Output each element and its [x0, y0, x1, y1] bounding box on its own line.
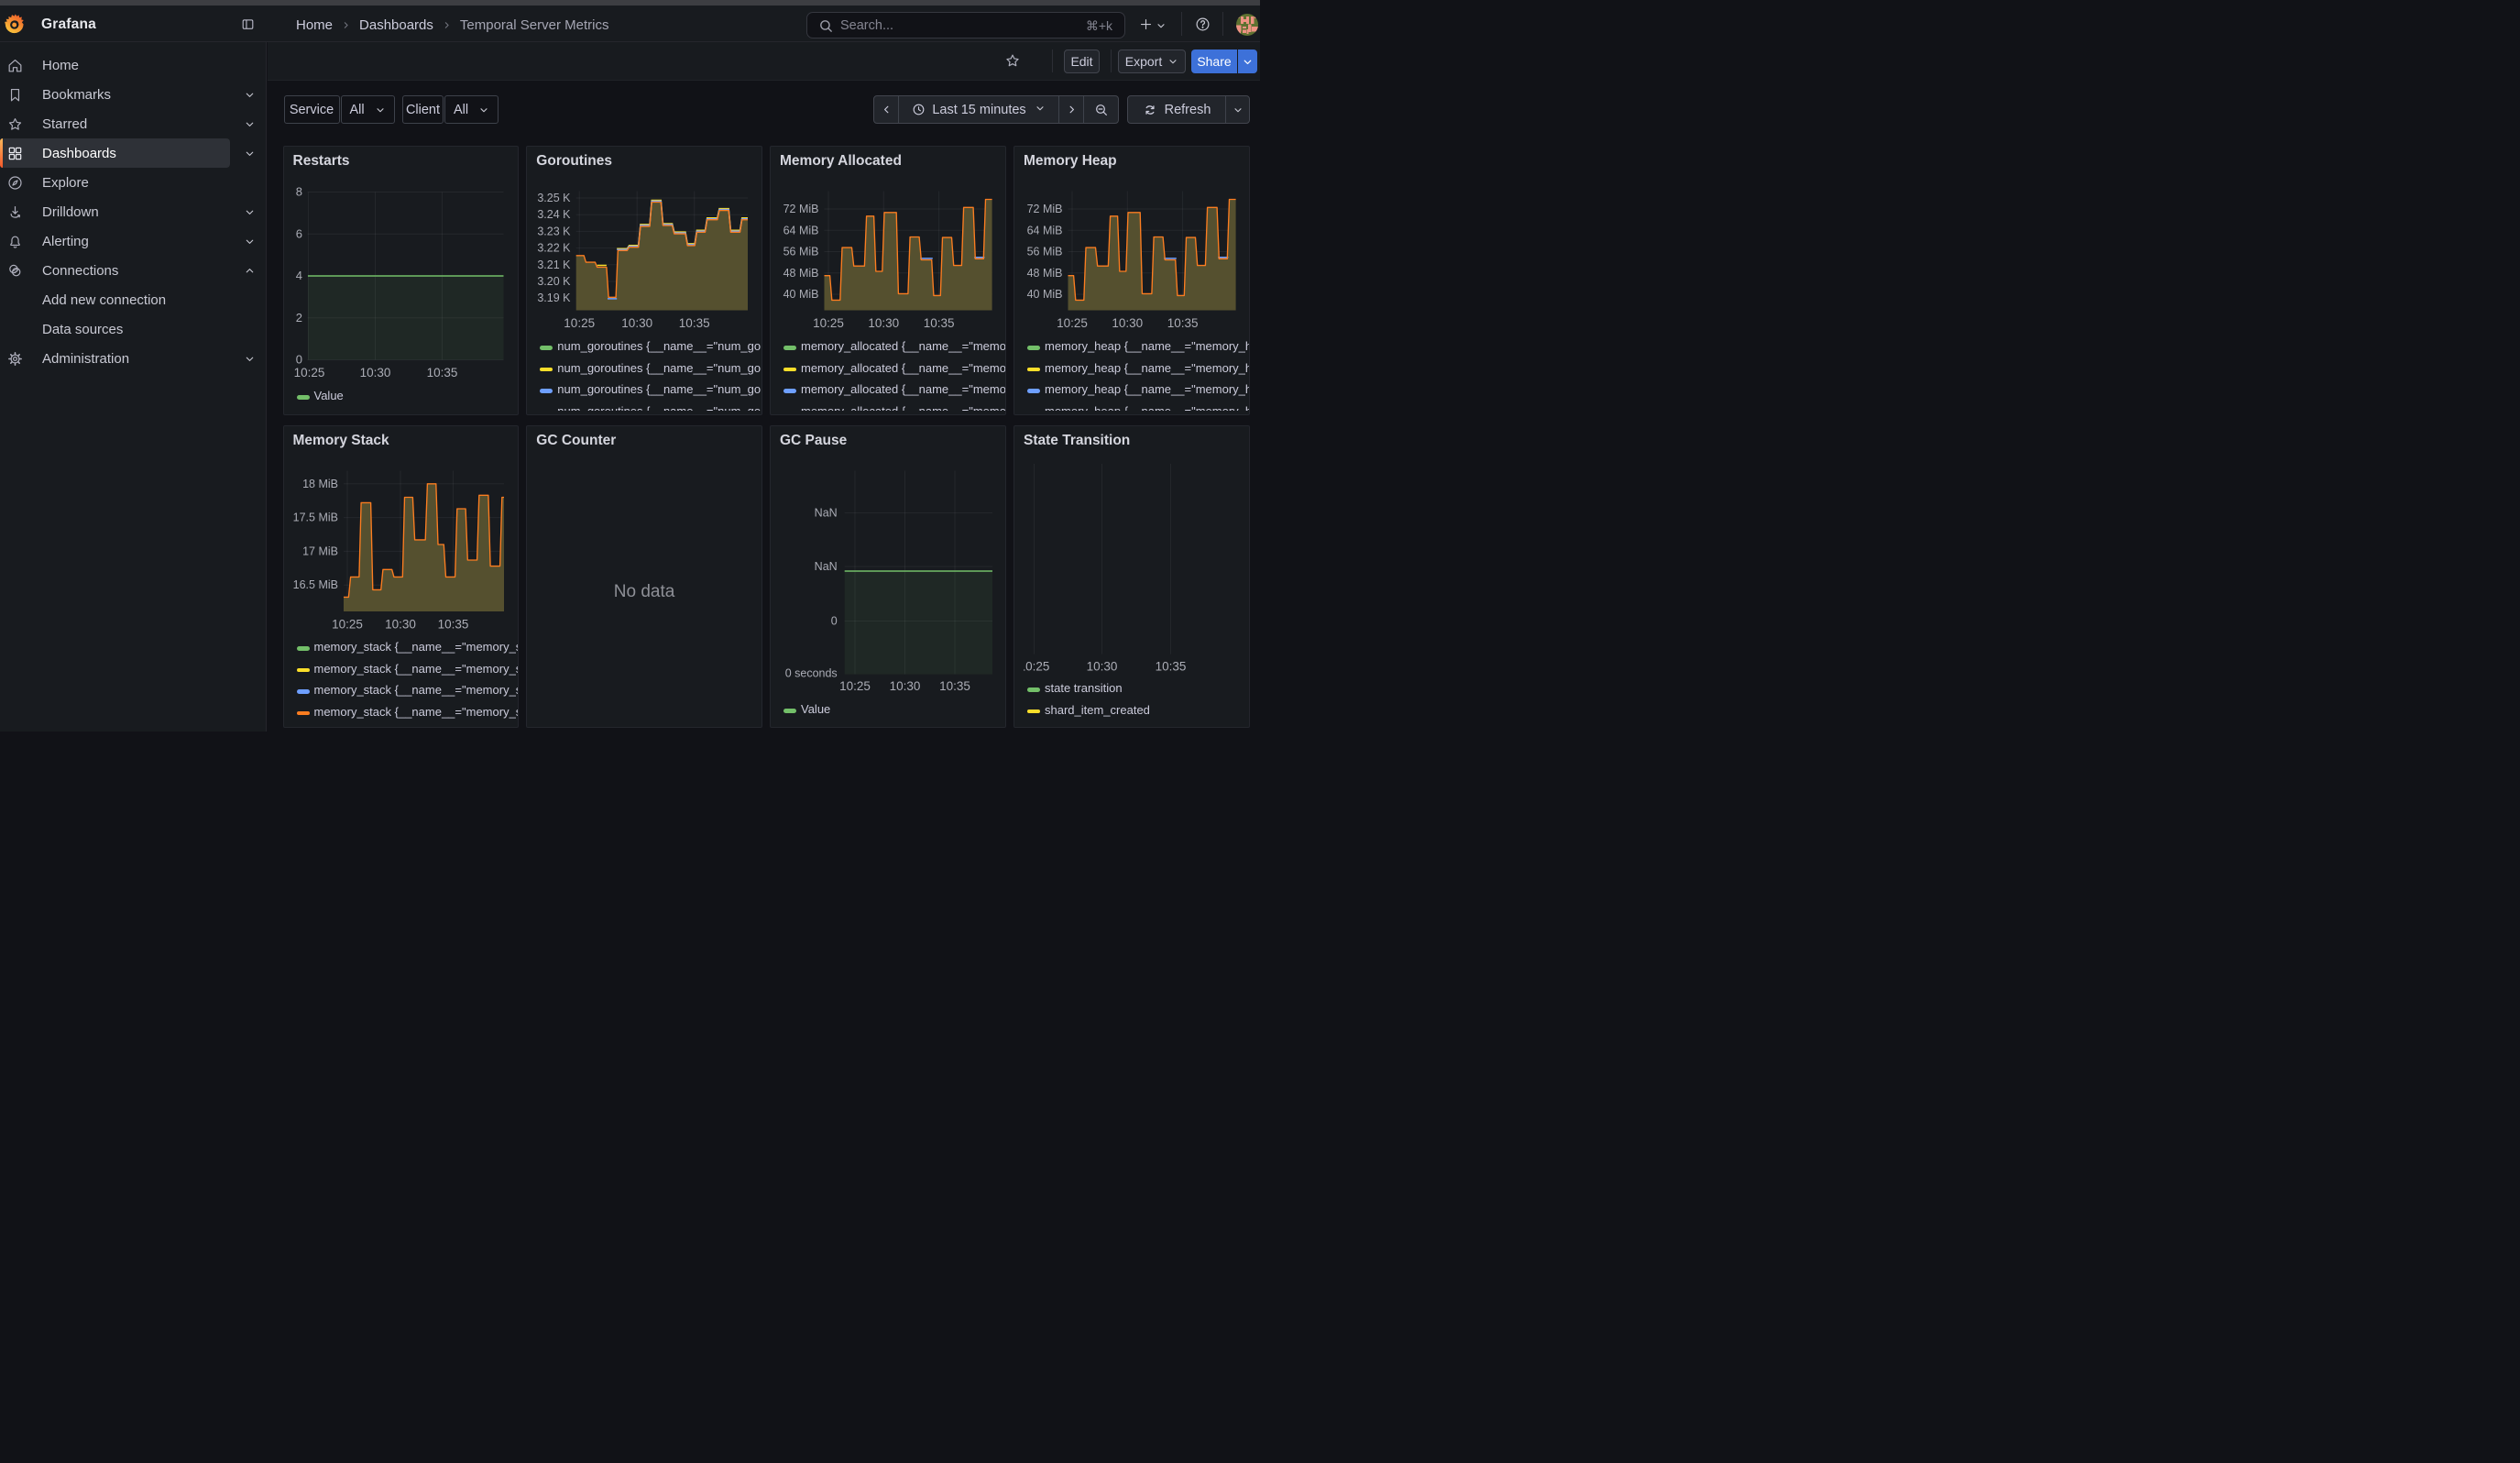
svg-text:10:35: 10:35: [939, 679, 970, 693]
svg-text:NaN: NaN: [815, 506, 838, 519]
svg-text:10:35: 10:35: [1167, 316, 1199, 330]
svg-text:18 MiB: 18 MiB: [302, 477, 338, 490]
svg-text:3.24 K: 3.24 K: [538, 208, 572, 221]
svg-text:10:30: 10:30: [890, 679, 921, 693]
svg-text:3.25 K: 3.25 K: [538, 192, 572, 204]
svg-text:10:35: 10:35: [679, 316, 710, 330]
svg-text:40 MiB: 40 MiB: [783, 288, 819, 301]
svg-text:10:35: 10:35: [1156, 659, 1187, 673]
svg-text:2: 2: [295, 310, 301, 324]
svg-text:72 MiB: 72 MiB: [783, 203, 819, 215]
svg-text:3.23 K: 3.23 K: [538, 225, 572, 237]
svg-text:10:30: 10:30: [1112, 316, 1143, 330]
svg-text:10:25: 10:25: [813, 316, 844, 330]
svg-text:48 MiB: 48 MiB: [1027, 266, 1063, 279]
svg-text:10:30: 10:30: [622, 316, 653, 330]
svg-text:6: 6: [295, 226, 301, 240]
svg-text:10:25: 10:25: [839, 679, 871, 693]
svg-text:16.5 MiB: 16.5 MiB: [292, 578, 337, 591]
svg-text:3.20 K: 3.20 K: [538, 275, 572, 288]
svg-text:10:25: 10:25: [1057, 316, 1088, 330]
svg-text:3.22 K: 3.22 K: [538, 241, 572, 254]
svg-text:10:25: 10:25: [564, 316, 596, 330]
svg-text:72 MiB: 72 MiB: [1027, 203, 1063, 215]
svg-text:10:25: 10:25: [332, 617, 363, 631]
svg-text:10:35: 10:35: [924, 316, 955, 330]
svg-text:40 MiB: 40 MiB: [1027, 288, 1063, 301]
svg-text:10:25: 10:25: [293, 366, 324, 380]
svg-text:64 MiB: 64 MiB: [1027, 224, 1063, 236]
svg-text:10:30: 10:30: [385, 617, 416, 631]
svg-text:0 seconds: 0 seconds: [785, 666, 838, 679]
svg-text:10:35: 10:35: [426, 366, 457, 380]
svg-text:10:30: 10:30: [1087, 659, 1118, 673]
svg-text:17.5 MiB: 17.5 MiB: [292, 511, 337, 523]
svg-text:56 MiB: 56 MiB: [1027, 245, 1063, 258]
svg-text:56 MiB: 56 MiB: [783, 245, 819, 258]
svg-text:8: 8: [295, 184, 301, 198]
svg-text:NaN: NaN: [815, 560, 838, 573]
svg-text:10:35: 10:35: [437, 617, 468, 631]
svg-text:0: 0: [295, 352, 301, 366]
svg-text:10:25: 10:25: [1019, 659, 1050, 673]
svg-text:64 MiB: 64 MiB: [783, 224, 819, 236]
svg-text:10:30: 10:30: [359, 366, 390, 380]
svg-text:0: 0: [831, 614, 838, 627]
svg-text:17 MiB: 17 MiB: [302, 544, 338, 557]
svg-text:3.21 K: 3.21 K: [538, 258, 572, 270]
svg-text:10:30: 10:30: [868, 316, 899, 330]
svg-text:4: 4: [295, 269, 301, 282]
svg-text:48 MiB: 48 MiB: [783, 266, 819, 279]
svg-text:3.19 K: 3.19 K: [538, 292, 572, 304]
